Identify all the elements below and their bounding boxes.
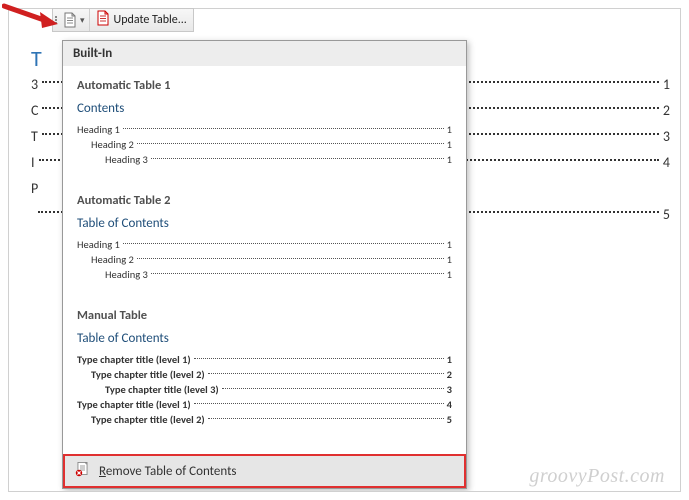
- toc-entry: Type chapter title (level 2) 2: [77, 367, 452, 382]
- toc-entry: Type chapter title (level 1) 1: [77, 352, 452, 367]
- toc-entry-label: Type chapter title (level 2): [91, 368, 205, 381]
- leader-dots: [194, 403, 444, 404]
- toc-entry: Heading 3 1: [77, 152, 452, 167]
- toc-entry-label: Heading 1: [77, 123, 120, 136]
- toc-entry: Type chapter title (level 3) 3: [77, 382, 452, 397]
- toc-entry-label: Heading 1: [77, 238, 120, 251]
- toc-dropdown-button[interactable]: ▾: [59, 9, 90, 31]
- app-frame: T 3 1 C 2 T 3 I 4 P 5 Built-In Automatic Tab…: [8, 8, 681, 492]
- toc-entry-label: Heading 2: [91, 138, 134, 151]
- toc-entry-page: 1: [447, 268, 452, 281]
- toc-heading: Contents: [77, 101, 452, 116]
- bg-char: P: [31, 180, 38, 197]
- leader-dots: [208, 418, 444, 419]
- callout-arrow: [2, 2, 58, 37]
- toc-entry-page: 1: [447, 123, 452, 136]
- toc-entry-label: Heading 3: [105, 153, 148, 166]
- bg-page: 2: [663, 102, 670, 119]
- leader-dots: [137, 143, 444, 144]
- toc-entry-page: 4: [447, 398, 452, 411]
- toc-entry: Heading 3 1: [77, 267, 452, 282]
- leader-dots: [208, 373, 444, 374]
- bg-page: 4: [663, 154, 670, 171]
- toc-entry-page: 2: [447, 368, 452, 381]
- gallery-item-title: Automatic Table 1: [77, 78, 452, 93]
- remove-toc-label: Remove Table of Contents: [99, 464, 237, 479]
- toc-entry-label: Type chapter title (level 1): [77, 353, 191, 366]
- toc-entry-label: Heading 3: [105, 268, 148, 281]
- toc-entry-page: 5: [447, 413, 452, 426]
- toc-heading: Table of Contents: [77, 216, 452, 231]
- toc-entry: Type chapter title (level 1) 4: [77, 397, 452, 412]
- bg-char: I: [31, 154, 35, 171]
- toc-heading: Table of Contents: [77, 331, 452, 346]
- leader-dots: [151, 273, 444, 274]
- leader-dots: [123, 243, 444, 244]
- bg-page: 1: [663, 76, 670, 93]
- toc-entry: Heading 2 1: [77, 137, 452, 152]
- toc-entry-page: 1: [447, 238, 452, 251]
- gallery-section-header: Built-In: [63, 41, 466, 66]
- update-table-button[interactable]: Update Table...: [90, 9, 193, 31]
- toc-entry-label: Heading 2: [91, 253, 134, 266]
- bg-char: T: [31, 45, 42, 72]
- update-table-label: Update Table...: [114, 13, 187, 27]
- leader-dots: [222, 388, 444, 389]
- toc-entry-page: 1: [447, 253, 452, 266]
- toc-entry-page: 1: [447, 353, 452, 366]
- refresh-page-icon: [96, 10, 110, 30]
- toc-entry-label: Type chapter title (level 2): [91, 413, 205, 426]
- bg-page: 5: [663, 206, 670, 223]
- toc-entry-label: Type chapter title (level 1): [77, 398, 191, 411]
- leader-dots: [123, 128, 444, 129]
- gallery-item-automatic-1[interactable]: Automatic Table 1 Contents Heading 11Hea…: [77, 78, 452, 167]
- remove-icon: [75, 461, 91, 482]
- leader-dots: [137, 258, 444, 259]
- bg-char: 3: [31, 76, 38, 93]
- toc-entry-label: Type chapter title (level 3): [105, 383, 219, 396]
- page-icon: [63, 12, 77, 28]
- toc-entry-page: 3: [447, 383, 452, 396]
- gallery-item-title: Manual Table: [77, 308, 452, 323]
- leader-dots: [194, 358, 444, 359]
- toc-entry-page: 1: [447, 138, 452, 151]
- remove-toc-menu-item[interactable]: Remove Table of Contents: [63, 454, 466, 488]
- toc-entry: Heading 2 1: [77, 252, 452, 267]
- toc-gallery-dropdown: Built-In Automatic Table 1 Contents Head…: [62, 40, 467, 489]
- bg-page: 3: [663, 128, 670, 145]
- toc-entry: Type chapter title (level 2) 5: [77, 412, 452, 427]
- gallery-item-manual[interactable]: Manual Table Table of Contents Type chap…: [77, 308, 452, 427]
- bg-char: C: [31, 102, 38, 119]
- toc-mini-toolbar: ▾ Update Table...: [52, 8, 194, 32]
- toc-entry: Heading 1 1: [77, 237, 452, 252]
- chevron-down-icon: ▾: [80, 15, 85, 26]
- bg-char: T: [31, 128, 38, 145]
- toc-entry: Heading 1 1: [77, 122, 452, 137]
- toc-entry-page: 1: [447, 153, 452, 166]
- bg-char: [31, 206, 34, 223]
- leader-dots: [151, 158, 444, 159]
- gallery-item-automatic-2[interactable]: Automatic Table 2 Table of Contents Head…: [77, 193, 452, 282]
- gallery-item-title: Automatic Table 2: [77, 193, 452, 208]
